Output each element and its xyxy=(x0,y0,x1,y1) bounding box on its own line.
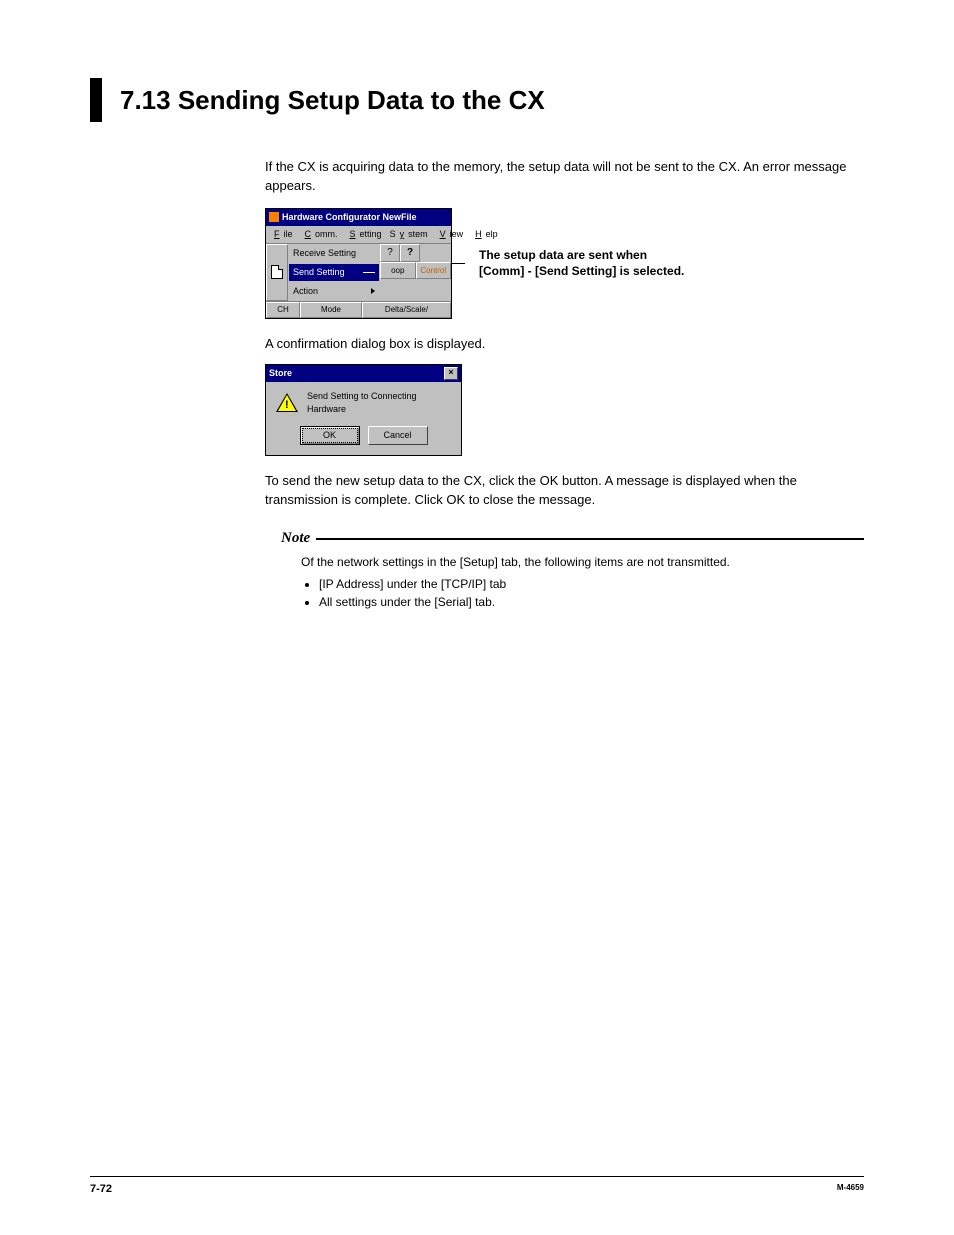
menu-setting[interactable]: Setting xyxy=(342,226,386,243)
note-bullet-1: [IP Address] under the [TCP/IP] tab xyxy=(319,575,864,593)
app-icon xyxy=(269,212,279,222)
menu-item-send-setting-label: Send Setting xyxy=(293,266,345,279)
warning-icon: ! xyxy=(276,393,297,413)
result-paragraph: To send the new setup data to the CX, cl… xyxy=(265,472,864,510)
menu-view[interactable]: View xyxy=(432,226,468,243)
tab-control[interactable]: Control xyxy=(416,262,452,279)
toolbar-help-icon[interactable]: ? xyxy=(380,244,400,262)
window-title: Hardware Configurator NewFile xyxy=(282,211,417,224)
heading-marker xyxy=(90,78,102,122)
toolbar-context-help-icon[interactable]: ? xyxy=(400,244,420,262)
confirm-paragraph: A confirmation dialog box is displayed. xyxy=(265,335,864,354)
dialog-titlebar: Store × xyxy=(266,365,461,382)
page-footer: 7-72 M-4659 xyxy=(90,1176,864,1195)
tab-loop[interactable]: oop xyxy=(380,262,416,279)
heading-text: 7.13 Sending Setup Data to the CX xyxy=(120,85,545,116)
menu-file[interactable]: File xyxy=(266,226,297,243)
menu-bar: File Comm. Setting System View Help xyxy=(266,226,451,244)
callout-line xyxy=(451,263,465,264)
menu-system[interactable]: System xyxy=(386,226,432,243)
header-mode: Mode xyxy=(300,302,362,318)
menu-item-receive-setting[interactable]: Receive Setting xyxy=(288,244,380,263)
note-block: Note Of the network settings in the [Set… xyxy=(281,528,864,612)
note-bullet-2: All settings under the [Serial] tab. xyxy=(319,593,864,611)
cancel-button[interactable]: Cancel xyxy=(368,426,428,445)
note-label: Note xyxy=(281,528,310,550)
screenshot-menu-wrap: Hardware Configurator NewFile File Comm.… xyxy=(265,208,864,319)
doc-number: M-4659 xyxy=(837,1183,864,1195)
menu-item-send-setting[interactable]: Send Setting xyxy=(288,263,380,282)
toolbar-new-button[interactable] xyxy=(266,244,288,301)
dialog-title: Store xyxy=(269,367,292,380)
ok-button[interactable]: OK xyxy=(300,426,360,445)
table-header-row: CH Mode Delta/Scale/ xyxy=(266,301,451,318)
callout-line2: [Comm] - [Send Setting] is selected. xyxy=(479,263,684,279)
intro-paragraph: If the CX is acquiring data to the memor… xyxy=(265,158,864,196)
section-heading: 7.13 Sending Setup Data to the CX xyxy=(90,78,864,122)
callout-line1: The setup data are sent when xyxy=(479,247,684,263)
note-intro: Of the network settings in the [Setup] t… xyxy=(301,553,864,571)
menu-item-action[interactable]: Action xyxy=(288,282,380,301)
menu-comm[interactable]: Comm. xyxy=(297,226,342,243)
menu-help[interactable]: Help xyxy=(467,226,502,243)
dialog-message: Send Setting to Connecting Hardware xyxy=(307,390,451,416)
screenshot-store-dialog: Store × ! Send Setting to Connecting Har… xyxy=(265,364,462,456)
screenshot-hardware-configurator: Hardware Configurator NewFile File Comm.… xyxy=(265,208,452,319)
callout-text: The setup data are sent when [Comm] - [S… xyxy=(479,247,684,279)
page-number: 7-72 xyxy=(90,1183,112,1195)
menu-item-action-label: Action xyxy=(293,285,318,298)
close-icon[interactable]: × xyxy=(444,367,458,380)
callout-leader-icon xyxy=(363,272,375,273)
comm-dropdown: Receive Setting Send Setting Action xyxy=(288,244,380,301)
new-file-icon xyxy=(271,265,283,279)
submenu-arrow-icon xyxy=(371,288,375,294)
note-rule xyxy=(316,538,864,540)
header-delta: Delta/Scale/ xyxy=(362,302,451,318)
header-ch: CH xyxy=(266,302,300,318)
window-titlebar: Hardware Configurator NewFile xyxy=(266,209,451,226)
